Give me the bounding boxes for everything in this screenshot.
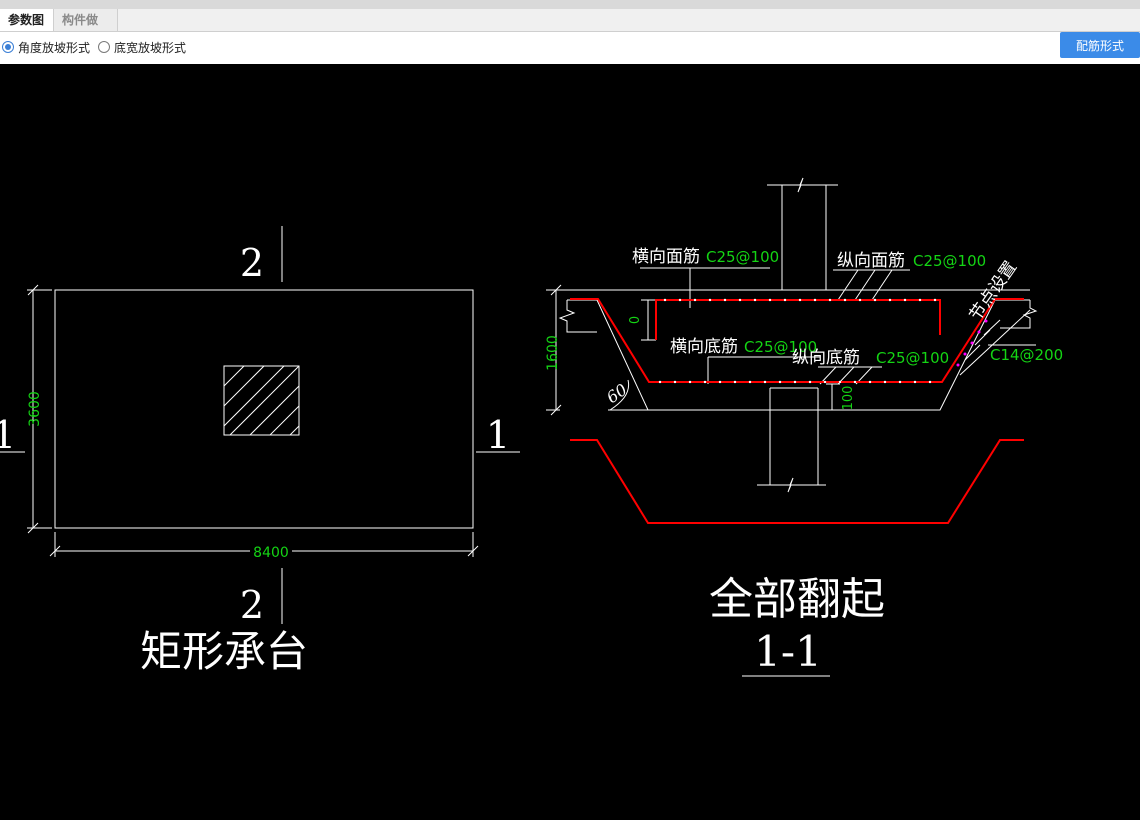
label-top-longitudinal: 纵向面筋: [837, 251, 905, 271]
tab-bar: 参数图 构件做法: [0, 9, 1140, 49]
rebar-config-button[interactable]: 配筋形式: [1060, 32, 1140, 58]
radio-unchecked-icon[interactable]: [98, 41, 110, 53]
plan-title: 矩形承台: [140, 627, 308, 676]
radio-width-slope-label: 底宽放坡形式: [114, 40, 187, 55]
column-hatched: [223, 365, 300, 436]
section-mark-1-right: 1: [486, 413, 510, 457]
section-dim-height: 1600: [545, 335, 561, 371]
radio-angle-slope[interactable]: 角度放坡形式: [2, 38, 90, 56]
section-mark-2-bottom: 2: [240, 583, 264, 627]
options-bar: 角度放坡形式 底宽放坡形式 配筋形式: [0, 32, 1140, 64]
rebar-lines: [570, 298, 1024, 524]
top-rebar: [655, 299, 941, 340]
section-id: 1-1: [754, 627, 822, 676]
plan-dim-height: 3600: [27, 391, 43, 427]
section-angle: 60: [603, 380, 631, 407]
section-dim-bottom: 100: [841, 386, 856, 411]
value-side-rebar: C14@200: [990, 346, 1063, 364]
label-bottom-longitudinal: 纵向底筋: [792, 348, 860, 368]
window-top-strip: [0, 0, 1140, 9]
plan-dim-width: 8400: [253, 545, 289, 561]
tab-component-method[interactable]: 构件做法: [54, 9, 118, 49]
label-bottom-transverse: 横向底筋: [670, 337, 738, 357]
tab-parameter-diagram[interactable]: 参数图: [0, 9, 54, 31]
pile-cap-outline: [54, 289, 474, 529]
plan-view: [0, 226, 520, 624]
side-rebar-dots: [956, 319, 988, 367]
value-top-transverse: C25@100: [706, 248, 779, 266]
label-top-transverse: 横向面筋: [632, 247, 700, 267]
radio-width-slope[interactable]: 底宽放坡形式: [98, 38, 186, 56]
cad-drawing: 2 2 1 1 3600 8400 矩形承台 横向面筋 C25@100 纵向面筋…: [0, 177, 1063, 677]
rebar-shape-detail: [570, 439, 1024, 524]
value-bottom-longitudinal: C25@100: [876, 349, 949, 367]
drawing-canvas: 2 2 1 1 3600 8400 矩形承台 横向面筋 C25@100 纵向面筋…: [0, 64, 1140, 816]
section-mark-2-top: 2: [240, 241, 264, 285]
section-dim-cover: 0: [628, 316, 643, 324]
section-mark-1-left: 1: [0, 413, 16, 457]
value-top-longitudinal: C25@100: [913, 252, 986, 270]
section-title: 全部翻起: [709, 574, 885, 625]
radio-checked-icon[interactable]: [2, 41, 14, 53]
radio-angle-slope-label: 角度放坡形式: [18, 40, 91, 55]
